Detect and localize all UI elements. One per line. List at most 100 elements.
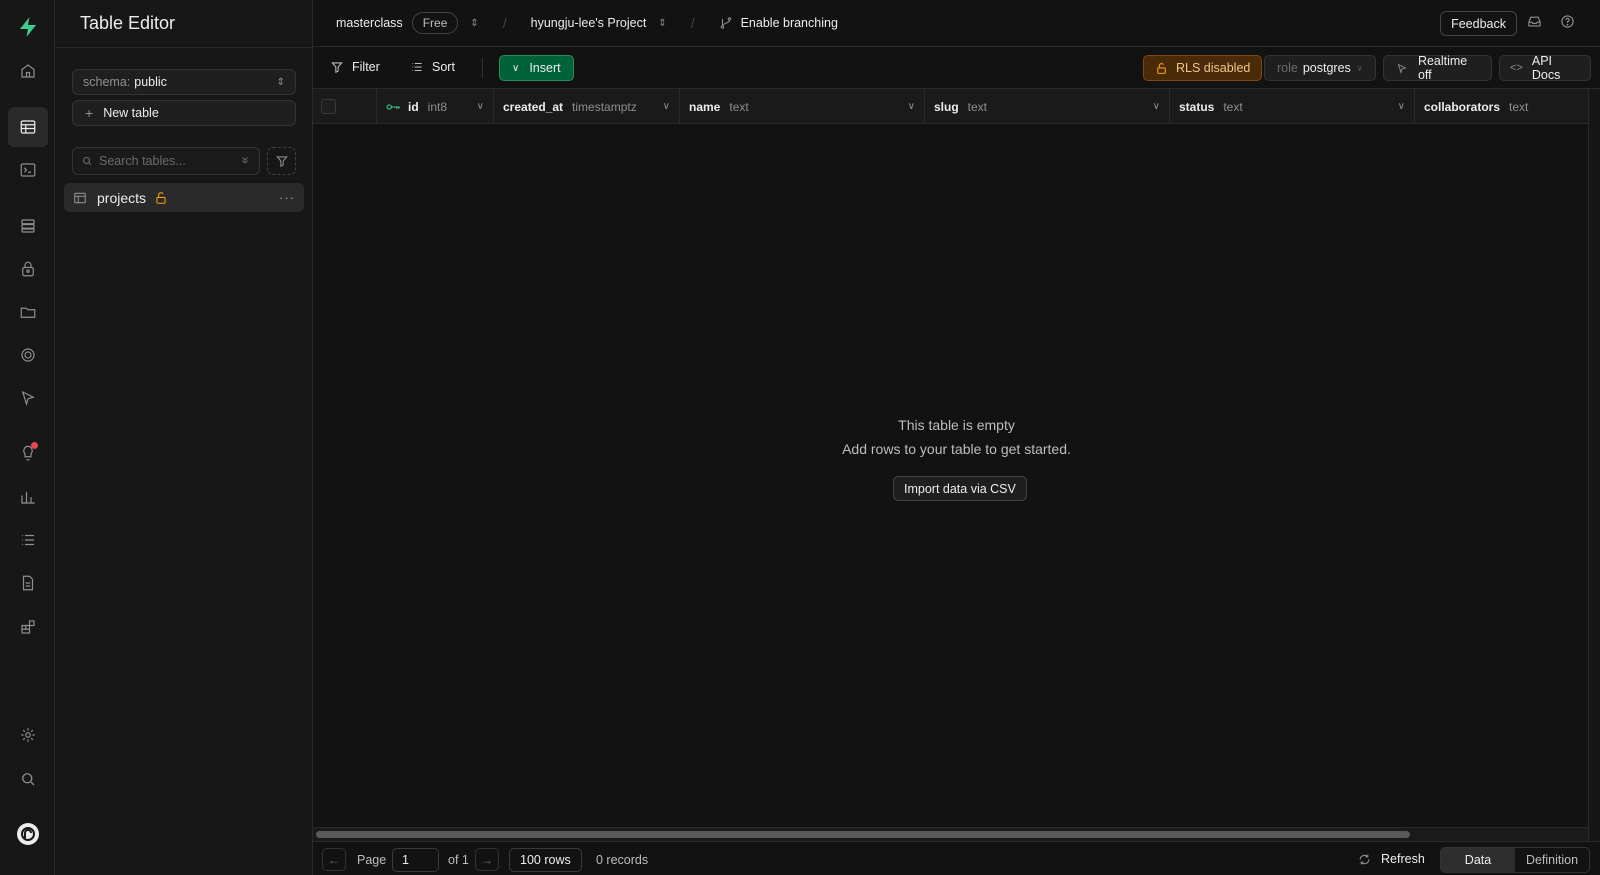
realtime-icon[interactable] (8, 335, 48, 375)
column-header-status[interactable]: status text ∨ (1170, 89, 1415, 124)
tab-definition[interactable]: Definition (1515, 848, 1589, 872)
integrations-icon[interactable] (8, 607, 48, 647)
grid-toolbar: Filter Sort ∨ Insert RLS disabled role p… (313, 47, 1600, 89)
refresh-icon (1359, 854, 1370, 864)
select-all-cell (313, 89, 377, 124)
chevron-down-icon[interactable]: ∨ (1398, 101, 1405, 112)
tab-data[interactable]: Data (1441, 848, 1515, 872)
refresh-button[interactable]: Refresh (1358, 852, 1425, 866)
next-page-button[interactable]: → (475, 848, 499, 871)
rows-per-page-button[interactable]: 100 rows (509, 848, 582, 872)
search-icon (82, 156, 92, 166)
plus-icon: + (85, 105, 94, 121)
view-switcher: Data Definition (1440, 847, 1590, 873)
inbox-icon[interactable] (1527, 14, 1542, 29)
schema-selector[interactable]: schema: public ⇕ (72, 69, 296, 95)
realtime-cursor-icon (1397, 63, 1407, 74)
schema-value: public (134, 75, 167, 89)
notification-dot (31, 442, 38, 449)
chevron-down-icon[interactable]: ∨ (477, 101, 484, 112)
help-icon[interactable] (1560, 14, 1575, 29)
search-icon[interactable] (8, 759, 48, 799)
advisors-lightbulb-icon[interactable] (8, 433, 48, 473)
sql-editor-icon[interactable] (8, 150, 48, 190)
user-avatar-icon[interactable] (8, 814, 48, 854)
sort-button[interactable]: Sort (410, 60, 455, 74)
storage-icon[interactable] (8, 292, 48, 332)
primary-key-icon (386, 101, 401, 113)
filter-icon (275, 156, 288, 168)
more-options-icon[interactable]: ··· (279, 190, 295, 205)
api-docs-button[interactable]: <> API Docs (1499, 54, 1591, 82)
table-editor-icon[interactable] (8, 107, 48, 147)
search-tables-input[interactable] (99, 154, 229, 168)
org-name[interactable]: masterclass (336, 16, 403, 30)
database-icon[interactable] (8, 206, 48, 246)
table-name: projects (97, 189, 147, 206)
chevron-down-icon[interactable]: ∨ (663, 101, 670, 112)
scrollbar-thumb[interactable] (316, 831, 1410, 838)
chevrons-down-icon[interactable] (239, 154, 251, 169)
role-selector[interactable]: role postgres ∨ (1264, 55, 1376, 81)
settings-gear-icon[interactable] (8, 715, 48, 755)
project-name[interactable]: hyungju-lee's Project (531, 16, 647, 30)
home-icon[interactable] (8, 51, 48, 91)
breadcrumb-separator: / (690, 15, 695, 31)
column-type: text (1223, 99, 1243, 114)
previous-page-button[interactable]: ← (322, 848, 346, 871)
sidebar-table-projects[interactable]: projects ··· (64, 183, 304, 212)
select-all-checkbox[interactable] (321, 99, 336, 114)
code-icon: <> (1510, 62, 1523, 74)
column-header-created-at[interactable]: created_at timestamptz ∨ (494, 89, 680, 124)
column-header-slug[interactable]: slug text ∨ (925, 89, 1170, 124)
insert-button[interactable]: ∨ Insert (499, 55, 574, 81)
feedback-button[interactable]: Feedback (1440, 11, 1517, 36)
page-label: Page (357, 853, 387, 867)
reports-icon[interactable] (8, 477, 48, 517)
column-header-collaborators[interactable]: collaborators text (1415, 89, 1588, 124)
chevron-updown-icon[interactable]: ⇕ (470, 18, 478, 29)
chevron-updown-icon[interactable]: ⇕ (658, 18, 666, 29)
rls-label: RLS disabled (1176, 61, 1251, 75)
unlocked-icon (154, 191, 168, 205)
sidebar-title: Table Editor (80, 13, 176, 33)
empty-state-subtitle: Add rows to your table to get started. (842, 441, 1071, 457)
column-name: created_at (503, 99, 564, 114)
divider (482, 58, 483, 78)
supabase-logo-icon[interactable] (8, 7, 48, 47)
rls-disabled-button[interactable]: RLS disabled (1143, 55, 1263, 81)
column-name: collaborators (1424, 99, 1501, 114)
plan-badge: Free (411, 12, 459, 34)
insert-label: Insert (529, 61, 561, 75)
empty-state-title: This table is empty (898, 417, 1015, 433)
edge-functions-icon[interactable] (8, 378, 48, 418)
grid-header-row: id int8 ∨ created_at timestamptz ∨ name … (313, 89, 1588, 124)
api-docs-icon[interactable] (8, 563, 48, 603)
import-csv-button[interactable]: Import data via CSV (893, 476, 1027, 501)
vertical-scrollbar[interactable] (1588, 89, 1600, 841)
column-type: int8 (427, 99, 448, 114)
enable-branching-button[interactable]: Enable branching (719, 16, 838, 30)
filter-tables-button[interactable] (267, 147, 296, 175)
app-root: Table Editor schema: public ⇕ + New tabl… (0, 0, 1600, 875)
breadcrumb-separator: / (502, 15, 507, 31)
chevron-down-icon[interactable]: ∨ (908, 101, 915, 112)
authentication-icon[interactable] (8, 249, 48, 289)
column-type: text (1509, 99, 1529, 114)
realtime-toggle-button[interactable]: Realtime off (1383, 54, 1492, 82)
column-header-name[interactable]: name text ∨ (680, 89, 925, 124)
new-table-button[interactable]: + New table (72, 100, 296, 126)
chevron-down-icon[interactable]: ∨ (1153, 101, 1160, 112)
filter-button[interactable]: Filter (330, 60, 380, 74)
table-icon (73, 191, 87, 205)
column-header-id[interactable]: id int8 ∨ (377, 89, 494, 124)
sort-list-icon (412, 62, 422, 72)
page-number-input[interactable] (392, 848, 439, 872)
records-count: 0 records (596, 853, 649, 867)
column-type: text (729, 99, 749, 114)
git-branch-icon (720, 17, 731, 29)
horizontal-scrollbar[interactable] (313, 827, 1588, 841)
unlocked-icon (1157, 62, 1166, 74)
enable-branching-label: Enable branching (740, 16, 838, 30)
logs-icon[interactable] (8, 520, 48, 560)
